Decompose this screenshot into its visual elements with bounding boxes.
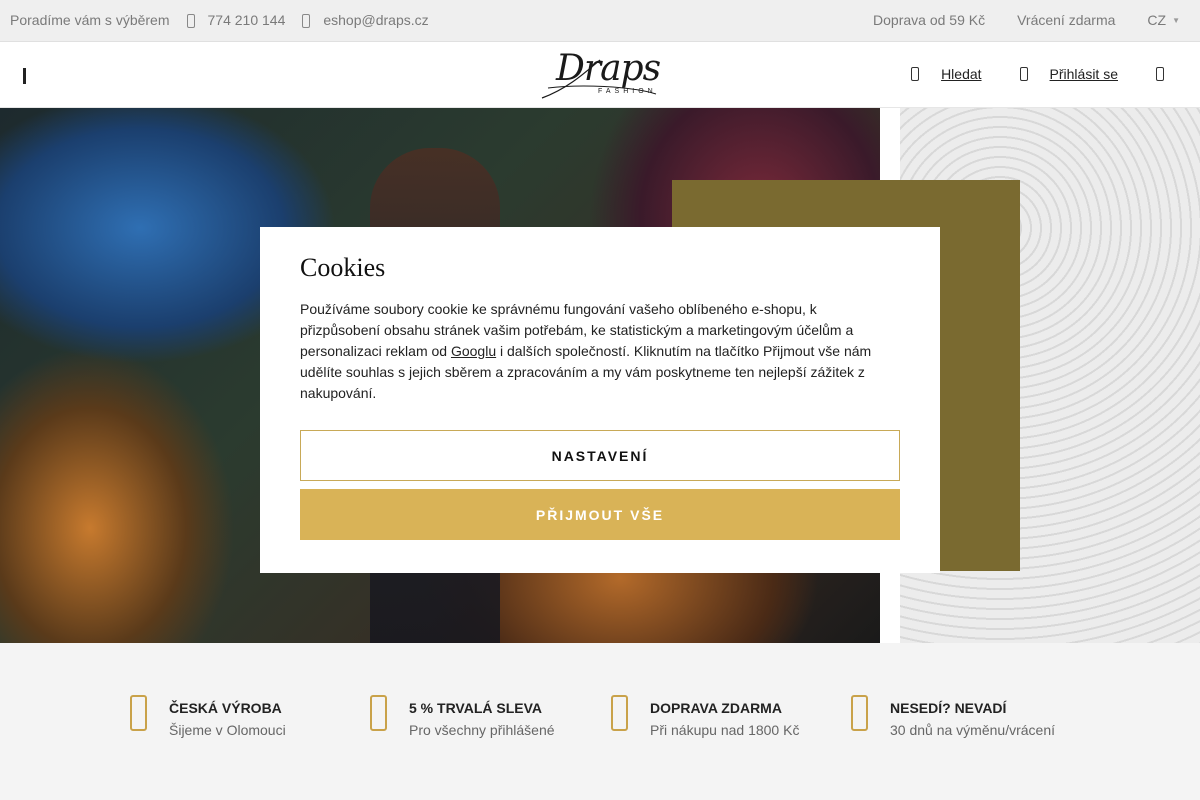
cookie-title: Cookies xyxy=(300,253,386,282)
usp-title: 5 % TRVALÁ SLEVA xyxy=(409,700,543,716)
logo-subtitle: FASHION xyxy=(598,88,657,95)
user-icon[interactable] xyxy=(1019,67,1028,81)
cookie-accept-all-button[interactable]: PŘIJMOUT VŠE xyxy=(300,489,900,540)
cookie-dialog: Cookies Používáme soubory cookie ke sprá… xyxy=(260,227,940,573)
language-selector[interactable]: CZ ▼ xyxy=(1147,12,1180,28)
email-link[interactable]: eshop@draps.cz xyxy=(323,12,428,28)
phone-link[interactable]: 774 210 144 xyxy=(208,12,286,28)
language-label: CZ xyxy=(1147,12,1167,28)
login-link[interactable]: Přihlásit se xyxy=(1050,66,1118,82)
email-icon xyxy=(299,12,311,28)
usp-subtitle: 30 dnů na výměnu/vrácení xyxy=(890,722,1055,738)
top-utility-bar: Poradíme vám s výběrem 774 210 144 eshop… xyxy=(0,0,1200,42)
discount-icon xyxy=(370,695,387,731)
cookie-settings-button[interactable]: NASTAVENÍ xyxy=(300,430,900,481)
logo-text: Draps xyxy=(556,48,661,89)
shipping-link[interactable]: Doprava od 59 Kč xyxy=(873,12,985,28)
usp-title: ČESKÁ VÝROBA xyxy=(169,700,282,716)
usp-title: DOPRAVA ZDARMA xyxy=(650,700,782,716)
production-icon xyxy=(130,695,147,731)
logo[interactable]: Draps FASHION xyxy=(540,48,662,102)
header-actions: Hledat Přihlásit se xyxy=(911,66,1164,82)
menu-icon[interactable] xyxy=(20,68,30,84)
returns-link[interactable]: Vrácení zdarma xyxy=(1017,12,1115,28)
usp-subtitle: Pro všechny přihlášené xyxy=(409,722,555,738)
site-header: Draps FASHION Hledat Přihlásit se xyxy=(0,42,1200,108)
contact-info: Poradíme vám s výběrem 774 210 144 eshop… xyxy=(10,12,429,28)
delivery-icon xyxy=(611,695,628,731)
search-link[interactable]: Hledat xyxy=(941,66,981,82)
usp-title: NESEDÍ? NEVADÍ xyxy=(890,700,1007,716)
return-icon xyxy=(851,695,868,731)
chevron-down-icon: ▼ xyxy=(1172,15,1180,25)
advice-text: Poradíme vám s výběrem xyxy=(10,12,170,28)
cart-icon[interactable] xyxy=(1156,67,1164,81)
usp-subtitle: Při nákupu nad 1800 Kč xyxy=(650,722,800,738)
top-links: Doprava od 59 Kč Vrácení zdarma CZ ▼ xyxy=(841,12,1180,28)
usp-subtitle: Šijeme v Olomouci xyxy=(169,722,286,738)
search-icon[interactable] xyxy=(911,67,920,81)
usp-strip: ČESKÁ VÝROBA Šijeme v Olomouci 5 % TRVAL… xyxy=(0,643,1200,800)
phone-icon xyxy=(184,12,196,28)
google-link[interactable]: Googlu xyxy=(451,343,496,359)
cookie-text: Používáme soubory cookie ke správnému fu… xyxy=(300,299,880,404)
